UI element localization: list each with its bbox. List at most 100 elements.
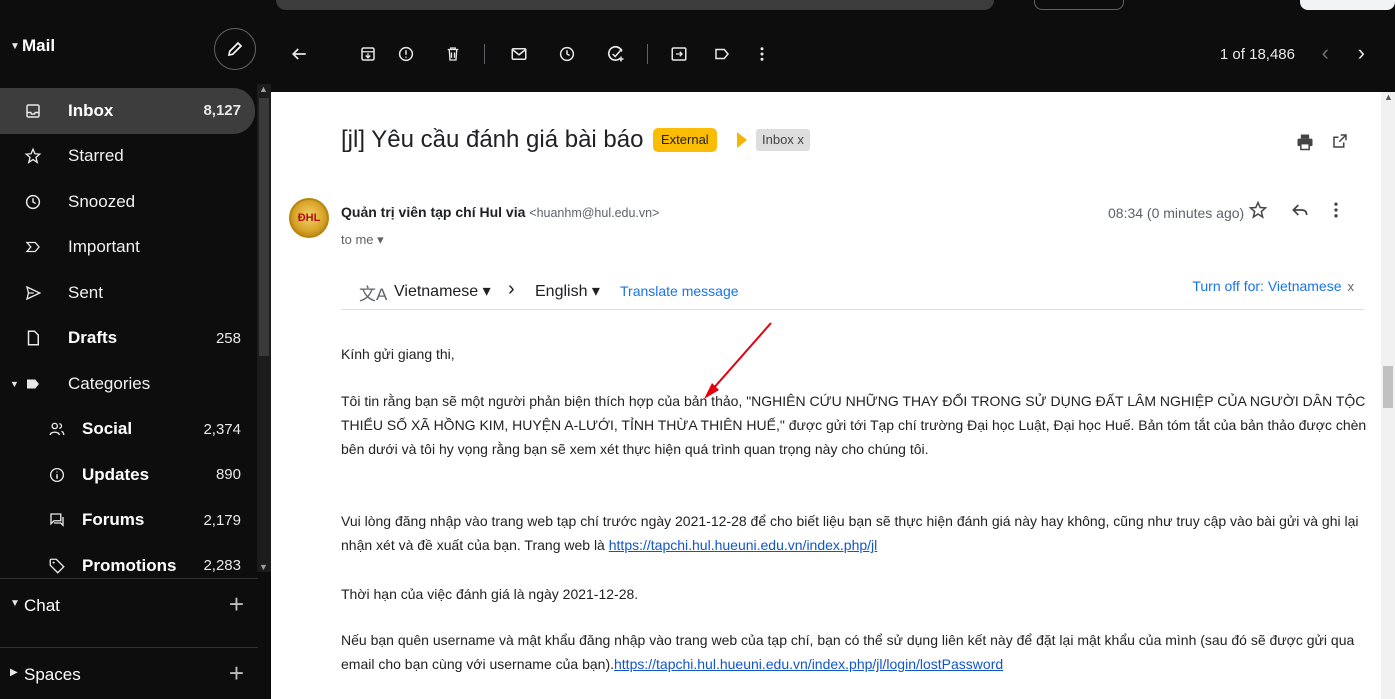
journal-link[interactable]: https://tapchi.hul.hueuni.edu.vn/index.p… [609, 537, 878, 553]
spaces-section[interactable]: ▶ Spaces + [0, 647, 258, 699]
sender-email: <huanhm@hul.edu.vn> [529, 206, 660, 220]
scroll-up-icon[interactable]: ▲ [1384, 92, 1393, 102]
updates-count: 890 [215, 466, 241, 484]
older-button[interactable]: › [1358, 40, 1365, 66]
message-scrollbar[interactable]: ▲ [1381, 92, 1395, 699]
clock-icon [22, 191, 44, 213]
mark-unread-icon[interactable] [507, 42, 531, 66]
lost-password-link[interactable]: https://tapchi.hul.hueuni.edu.vn/index.p… [614, 656, 1003, 672]
info-icon [46, 464, 68, 486]
translate-icon: 文A [359, 285, 388, 304]
sidebar-item-snoozed[interactable]: Snoozed [0, 179, 255, 225]
sidebar-item-inbox[interactable]: Inbox 8,127 [0, 88, 255, 134]
print-icon[interactable] [1295, 132, 1315, 157]
close-icon[interactable]: x [1348, 279, 1355, 294]
sidebar-item-label: Updates [82, 464, 150, 484]
sidebar-item-label: Categories [68, 373, 151, 393]
scroll-down-icon[interactable]: ▼ [259, 562, 268, 572]
promotions-count: 2,283 [203, 557, 241, 575]
translate-message-link[interactable]: Translate message [620, 283, 739, 299]
sidebar-item-social[interactable]: Social 2,374 [0, 407, 255, 453]
chevron-right-icon[interactable]: ▶ [10, 667, 18, 678]
chat-section[interactable]: ▼ Chat + [0, 578, 258, 630]
sidebar-item-updates[interactable]: Updates 890 [0, 452, 255, 498]
message-toolbar: 1 of 18,486 ‹ › [271, 14, 1395, 92]
scroll-up-icon[interactable]: ▲ [259, 84, 268, 94]
turn-off-label[interactable]: Turn off for: Vietnamese [1192, 278, 1341, 294]
spaces-label: Spaces [24, 665, 81, 684]
sidebar-item-forums[interactable]: Forums 2,179 [0, 498, 255, 544]
chevron-down-icon[interactable]: ▼ [10, 379, 19, 389]
body-paragraph: Tôi tin rằng bạn sẽ một người phản biện … [341, 393, 1367, 457]
translate-bar: 文A Vietnamese ▾ › English ▾ Translate me… [341, 274, 1364, 310]
tag-icon [46, 555, 68, 577]
external-badge: External [653, 128, 717, 152]
forums-count: 2,179 [203, 511, 241, 529]
sidebar-item-important[interactable]: Important [0, 225, 255, 271]
chevron-down-icon[interactable]: ▼ [10, 598, 20, 609]
delete-icon[interactable] [441, 42, 465, 66]
sender-line: Quản trị viên tạp chí Hul via <huanhm@hu… [341, 204, 659, 220]
scrollbar-thumb[interactable] [259, 98, 269, 356]
message-timestamp: 08:34 (0 minutes ago) [1108, 205, 1245, 221]
chevron-right-icon: › [508, 278, 515, 300]
move-to-folder-icon[interactable] [667, 42, 691, 66]
people-icon [46, 418, 68, 440]
sidebar-item-label: Social [82, 419, 133, 439]
report-spam-icon[interactable] [394, 42, 418, 66]
account-pill[interactable] [1300, 0, 1395, 10]
reply-icon[interactable] [1290, 200, 1310, 225]
sidebar-item-label: Forums [82, 510, 145, 530]
body-paragraph: Vui lòng đăng nhập vào trang web tạp chí… [341, 509, 1371, 557]
label-outline-icon[interactable] [710, 42, 734, 66]
source-language-select[interactable]: Vietnamese ▾ [394, 281, 491, 301]
compose-button[interactable] [214, 28, 256, 70]
body-paragraph: Thời hạn của việc đánh giá là ngày 2021-… [341, 586, 639, 602]
sidebar-item-categories[interactable]: ▼ Categories [0, 361, 255, 407]
turn-off-translation[interactable]: Turn off for: Vietnamese x [1192, 278, 1354, 294]
status-pill[interactable] [1034, 0, 1124, 10]
sidebar-item-sent[interactable]: Sent [0, 270, 255, 316]
target-language-select[interactable]: English ▾ [535, 281, 600, 301]
open-new-window-icon[interactable] [1331, 132, 1349, 155]
draft-file-icon [22, 327, 44, 349]
sidebar-scrollbar[interactable]: ▲ ▼ [257, 84, 271, 572]
sidebar: ▼ Mail Inbox 8,127 Starred Snoozed Impor… [0, 14, 258, 699]
unread-count: 8,127 [203, 102, 241, 120]
sidebar-item-label: Drafts [68, 328, 118, 348]
label-icon [22, 373, 44, 395]
mail-title: Mail [22, 36, 56, 55]
inbox-icon [22, 100, 44, 122]
sidebar-item-label: Sent [68, 282, 103, 302]
important-marker-icon[interactable] [737, 132, 747, 148]
star-icon[interactable] [1248, 200, 1268, 225]
collapse-caret-icon[interactable]: ▼ [10, 41, 20, 52]
sender-name[interactable]: Quản trị viên tạp chí Hul via [341, 204, 525, 220]
body-paragraph: Nếu bạn quên username và mật khẩu đăng n… [341, 628, 1371, 676]
chat-label: Chat [24, 596, 60, 615]
sidebar-item-drafts[interactable]: Drafts 258 [0, 316, 255, 362]
toolbar-divider [647, 44, 648, 64]
more-vertical-icon[interactable] [1333, 200, 1339, 225]
add-space-icon[interactable]: + [229, 658, 244, 689]
sidebar-item-label: Important [68, 237, 140, 257]
sidebar-item-starred[interactable]: Starred [0, 134, 255, 180]
send-icon [22, 282, 44, 304]
snooze-clock-icon[interactable] [555, 42, 579, 66]
add-chat-icon[interactable]: + [229, 589, 244, 620]
add-task-icon[interactable] [604, 42, 628, 66]
scrollbar-thumb[interactable] [1383, 366, 1393, 408]
sidebar-item-label: Inbox [68, 100, 114, 120]
search-bar[interactable] [276, 0, 994, 10]
back-arrow-icon[interactable] [287, 42, 311, 66]
message-subject: [jl] Yêu cầu đánh giá bài báo [341, 126, 644, 153]
more-vertical-icon[interactable] [750, 42, 774, 66]
top-search-strip [0, 0, 1395, 14]
social-count: 2,374 [203, 420, 241, 438]
newer-button[interactable]: ‹ [1322, 40, 1329, 66]
recipient-details-toggle[interactable]: to me ▾ [341, 232, 384, 248]
archive-icon[interactable] [356, 42, 380, 66]
sender-avatar[interactable]: ĐHL [289, 198, 329, 238]
inbox-label-chip[interactable]: Inbox x [756, 129, 810, 151]
sidebar-item-label: Snoozed [68, 191, 136, 211]
